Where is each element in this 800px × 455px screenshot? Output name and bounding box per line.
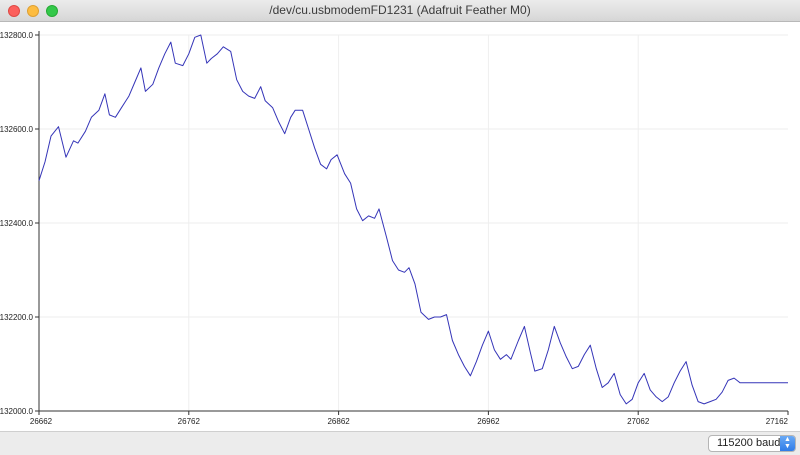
serial-plot-chart: 132000.0 132200.0 132400.0 132600.0 132800.0… — [0, 31, 789, 426]
serial-plotter-area: 132000.0 132200.0 132400.0 132600.0 132800.0… — [0, 22, 800, 431]
x-tick-label: 26862 — [327, 417, 350, 426]
x-tick-label: 26662 — [30, 417, 53, 426]
baud-rate-value: 115200 baud — [717, 437, 781, 449]
y-tick-label: 132400.0 — [0, 219, 34, 228]
x-tick-label: 26962 — [477, 417, 500, 426]
y-tick-label: 132600.0 — [0, 125, 34, 134]
select-arrows-icon: ▲ ▼ — [780, 436, 795, 451]
window-title: /dev/cu.usbmodemFD1231 (Adafruit Feather… — [269, 3, 531, 17]
y-tick-label: 132000.0 — [0, 407, 34, 416]
y-tick-label: 132200.0 — [0, 313, 34, 322]
x-tick-label: 27062 — [627, 417, 650, 426]
y-tick-label: 132800.0 — [0, 31, 34, 40]
series-line — [38, 34, 788, 405]
window-titlebar: /dev/cu.usbmodemFD1231 (Adafruit Feather… — [0, 0, 800, 22]
x-tick-label: 27162 — [766, 417, 789, 426]
x-tick-label: 26762 — [178, 417, 201, 426]
plotter-bottom-bar: 115200 baud ▲ ▼ — [0, 431, 800, 455]
baud-rate-select[interactable]: 115200 baud ▲ ▼ — [708, 435, 796, 452]
